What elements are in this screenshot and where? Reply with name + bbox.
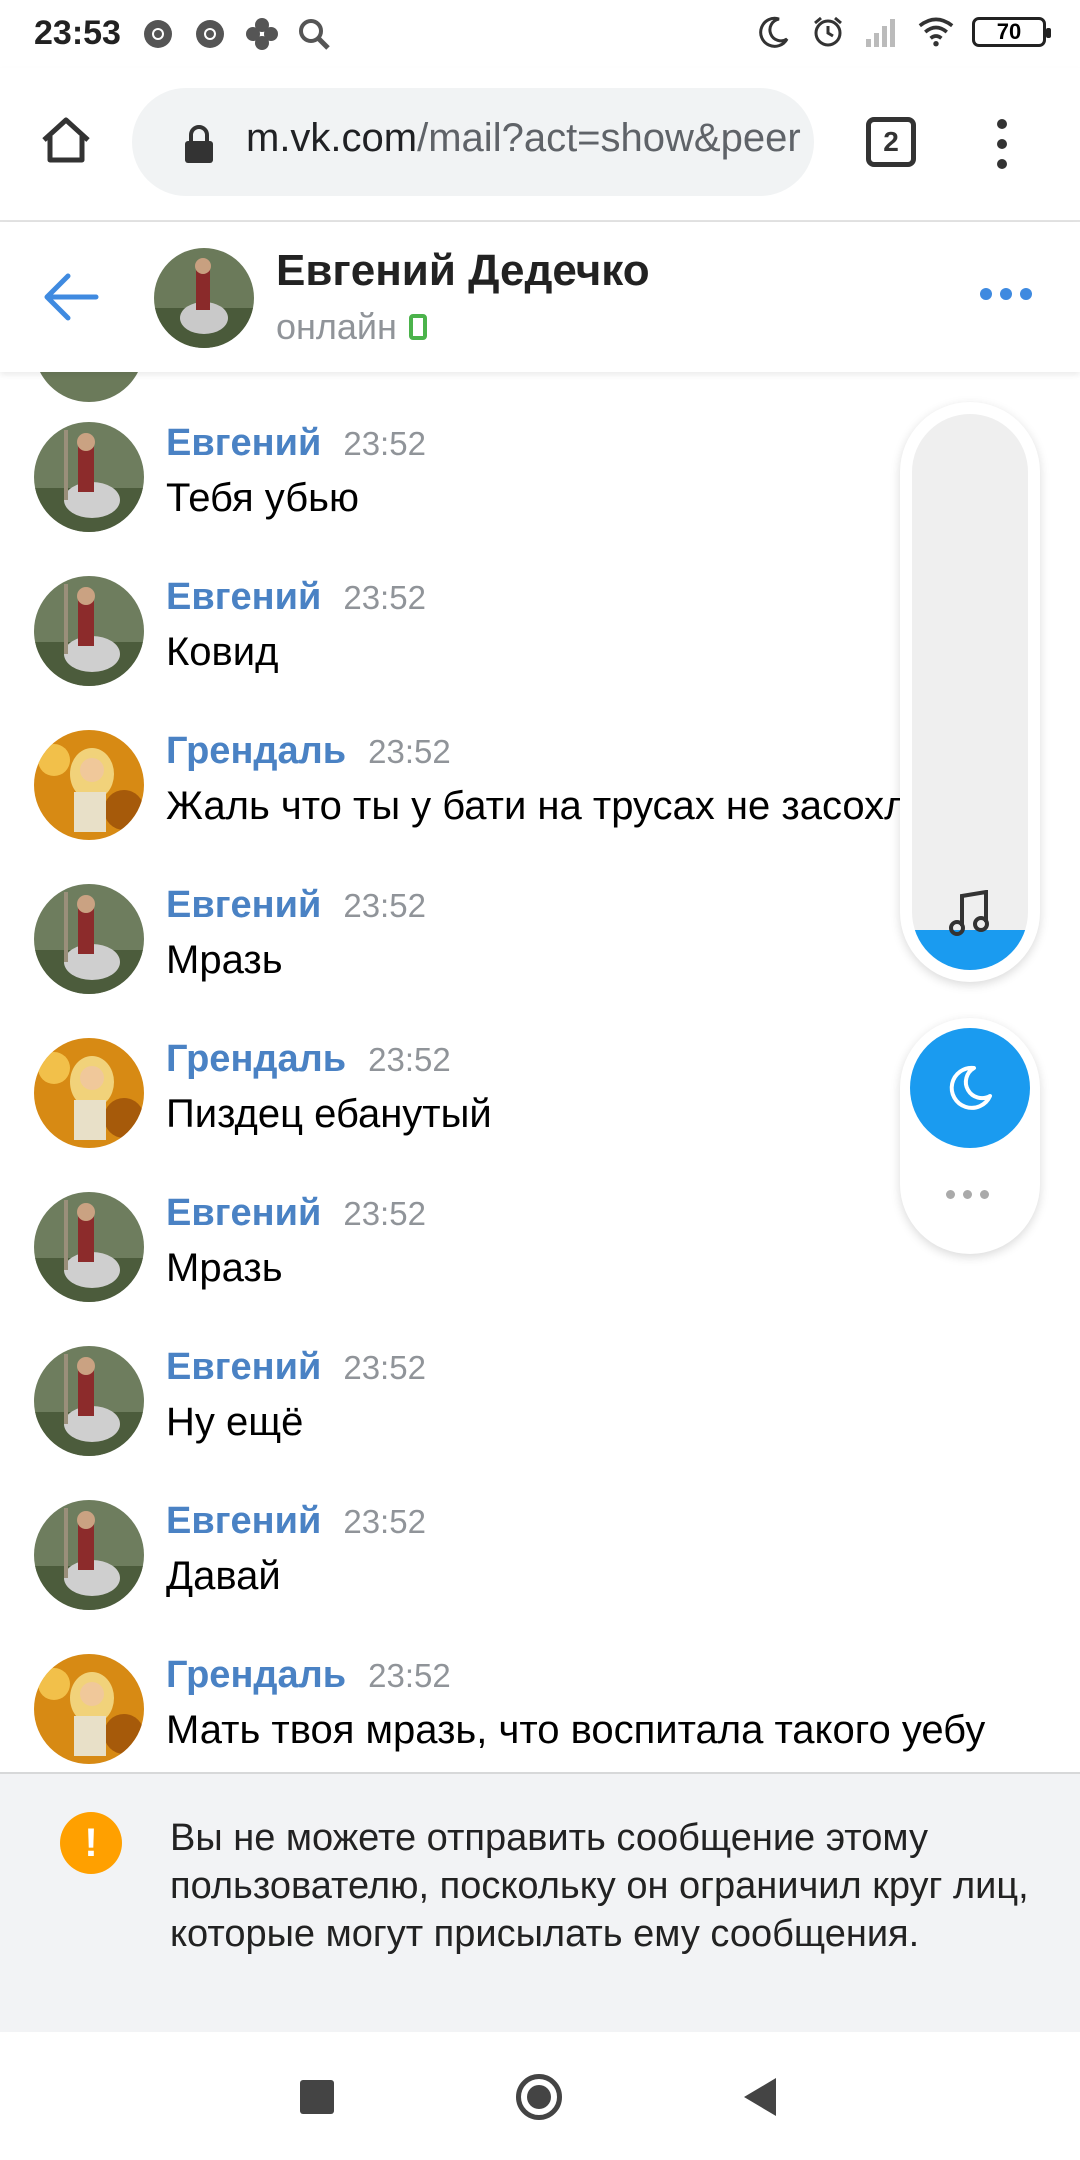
status-right-icons: 70 [756, 14, 1051, 50]
url-text[interactable]: m.vk.com/mail?act=show&peer [246, 116, 802, 166]
sender-name-text: Евгений [166, 884, 322, 926]
message-text: Мразь [166, 938, 283, 982]
sender-name[interactable]: Евгений 23:52 [166, 422, 426, 465]
warning-icon: ! [60, 1812, 122, 1874]
fan-icon [244, 16, 280, 52]
recent-apps-icon[interactable] [300, 2080, 334, 2114]
alarm-icon [810, 14, 846, 50]
avatar[interactable] [34, 1654, 144, 1764]
quick-panel [900, 1018, 1040, 1254]
sender-name[interactable]: Евгений 23:52 [166, 576, 426, 619]
message-text: Мразь [166, 1246, 283, 1290]
restriction-notice: ! Вы не можете отправить сообщение этому… [0, 1772, 1080, 2034]
moon-icon [949, 1065, 992, 1110]
message-time: 23:52 [368, 733, 451, 770]
message-text: Пиздец ебанутый [166, 1092, 492, 1136]
sender-name-text: Грендаль [166, 730, 347, 772]
battery-level: 70 [996, 19, 1022, 44]
message-row[interactable]: Грендаль 23:52 Мать твоя мразь, что воспит… [0, 1594, 1080, 1764]
status-bar: 23:53 70 [0, 0, 1080, 68]
status-time: 23:53 [34, 14, 121, 52]
message-text: Ну ещё [166, 1400, 304, 1444]
message-time: 23:52 [343, 887, 426, 924]
message-time: 23:52 [343, 1349, 426, 1386]
message-text: Жаль что ты у бати на трусах не засохла [166, 784, 930, 828]
message-time: 23:52 [343, 1503, 426, 1540]
sender-name[interactable]: Грендаль 23:52 [166, 730, 451, 773]
sender-name-text: Евгений [166, 1500, 322, 1542]
sender-name-text: Грендаль [166, 1038, 347, 1080]
address-bar[interactable]: m.vk.com/mail?act=show&peer [132, 88, 814, 196]
message-time: 23:52 [343, 425, 426, 462]
url-path: /mail?act=show&peer [417, 116, 801, 160]
sender-name-text: Евгений [166, 576, 322, 618]
message-time: 23:52 [368, 1657, 451, 1694]
message-row[interactable]: Евгений 23:52 Давай [0, 1440, 1080, 1610]
message-text: Тебя убью [166, 476, 359, 520]
status-text: онлайн [276, 306, 397, 347]
sender-name[interactable]: Евгений 23:52 [166, 1500, 426, 1543]
wifi-icon [918, 14, 954, 50]
avatar[interactable] [154, 248, 254, 348]
moon-icon [756, 14, 792, 50]
sender-name-text: Евгений [166, 1192, 322, 1234]
lock-icon [182, 124, 216, 164]
music-note-icon [948, 889, 992, 938]
message-row[interactable]: Евгений 23:52 Ну ещё [0, 1286, 1080, 1456]
sender-name-text: Евгений [166, 422, 322, 464]
message-time: 23:52 [368, 1041, 451, 1078]
message-time: 23:52 [343, 1195, 426, 1232]
signal-icon [864, 14, 900, 50]
home-button-icon[interactable] [516, 2074, 562, 2120]
system-navigation-bar [0, 2032, 1080, 2160]
battery-icon: 70 [972, 17, 1051, 47]
sender-name[interactable]: Евгений 23:52 [166, 884, 426, 927]
back-icon[interactable] [744, 2078, 776, 2116]
message-text: Давай [166, 1554, 281, 1598]
home-icon[interactable] [38, 112, 94, 168]
sender-name[interactable]: Евгений 23:52 [166, 1192, 426, 1235]
browser-menu-icon[interactable] [992, 114, 1012, 174]
sender-name[interactable]: Грендаль 23:52 [166, 1038, 451, 1081]
volume-slider[interactable] [900, 402, 1040, 982]
online-status: онлайн [276, 306, 427, 348]
chrome-icon [140, 16, 176, 52]
url-host: m.vk.com [246, 116, 418, 160]
sender-name-text: Евгений [166, 1346, 322, 1388]
mobile-online-icon [408, 314, 427, 340]
status-left-icons [140, 16, 332, 52]
more-dots-icon[interactable] [946, 1190, 989, 1199]
more-options-icon[interactable] [980, 288, 1034, 302]
message-text: Мать твоя мразь, что воспитала такого уе… [166, 1708, 986, 1752]
chrome-icon [192, 16, 228, 52]
sender-name[interactable]: Грендаль 23:52 [166, 1654, 451, 1697]
chat-header: Евгений Дедечко онлайн [0, 222, 1080, 372]
browser-toolbar: m.vk.com/mail?act=show&peer 2 [0, 68, 1080, 222]
sender-name[interactable]: Евгений 23:52 [166, 1346, 426, 1389]
notice-text: Вы не можете отправить сообщение этому п… [170, 1817, 1029, 1955]
tab-count: 2 [883, 126, 899, 157]
message-text: Ковид [166, 630, 279, 674]
search-icon [296, 16, 332, 52]
volume-track[interactable] [912, 414, 1028, 970]
chat-title: Евгений Дедечко [276, 246, 650, 295]
tab-switcher-button[interactable]: 2 [866, 117, 916, 167]
back-arrow-icon[interactable] [42, 272, 100, 322]
message-time: 23:52 [343, 579, 426, 616]
dark-mode-button[interactable] [910, 1028, 1030, 1148]
sender-name-text: Грендаль [166, 1654, 347, 1696]
